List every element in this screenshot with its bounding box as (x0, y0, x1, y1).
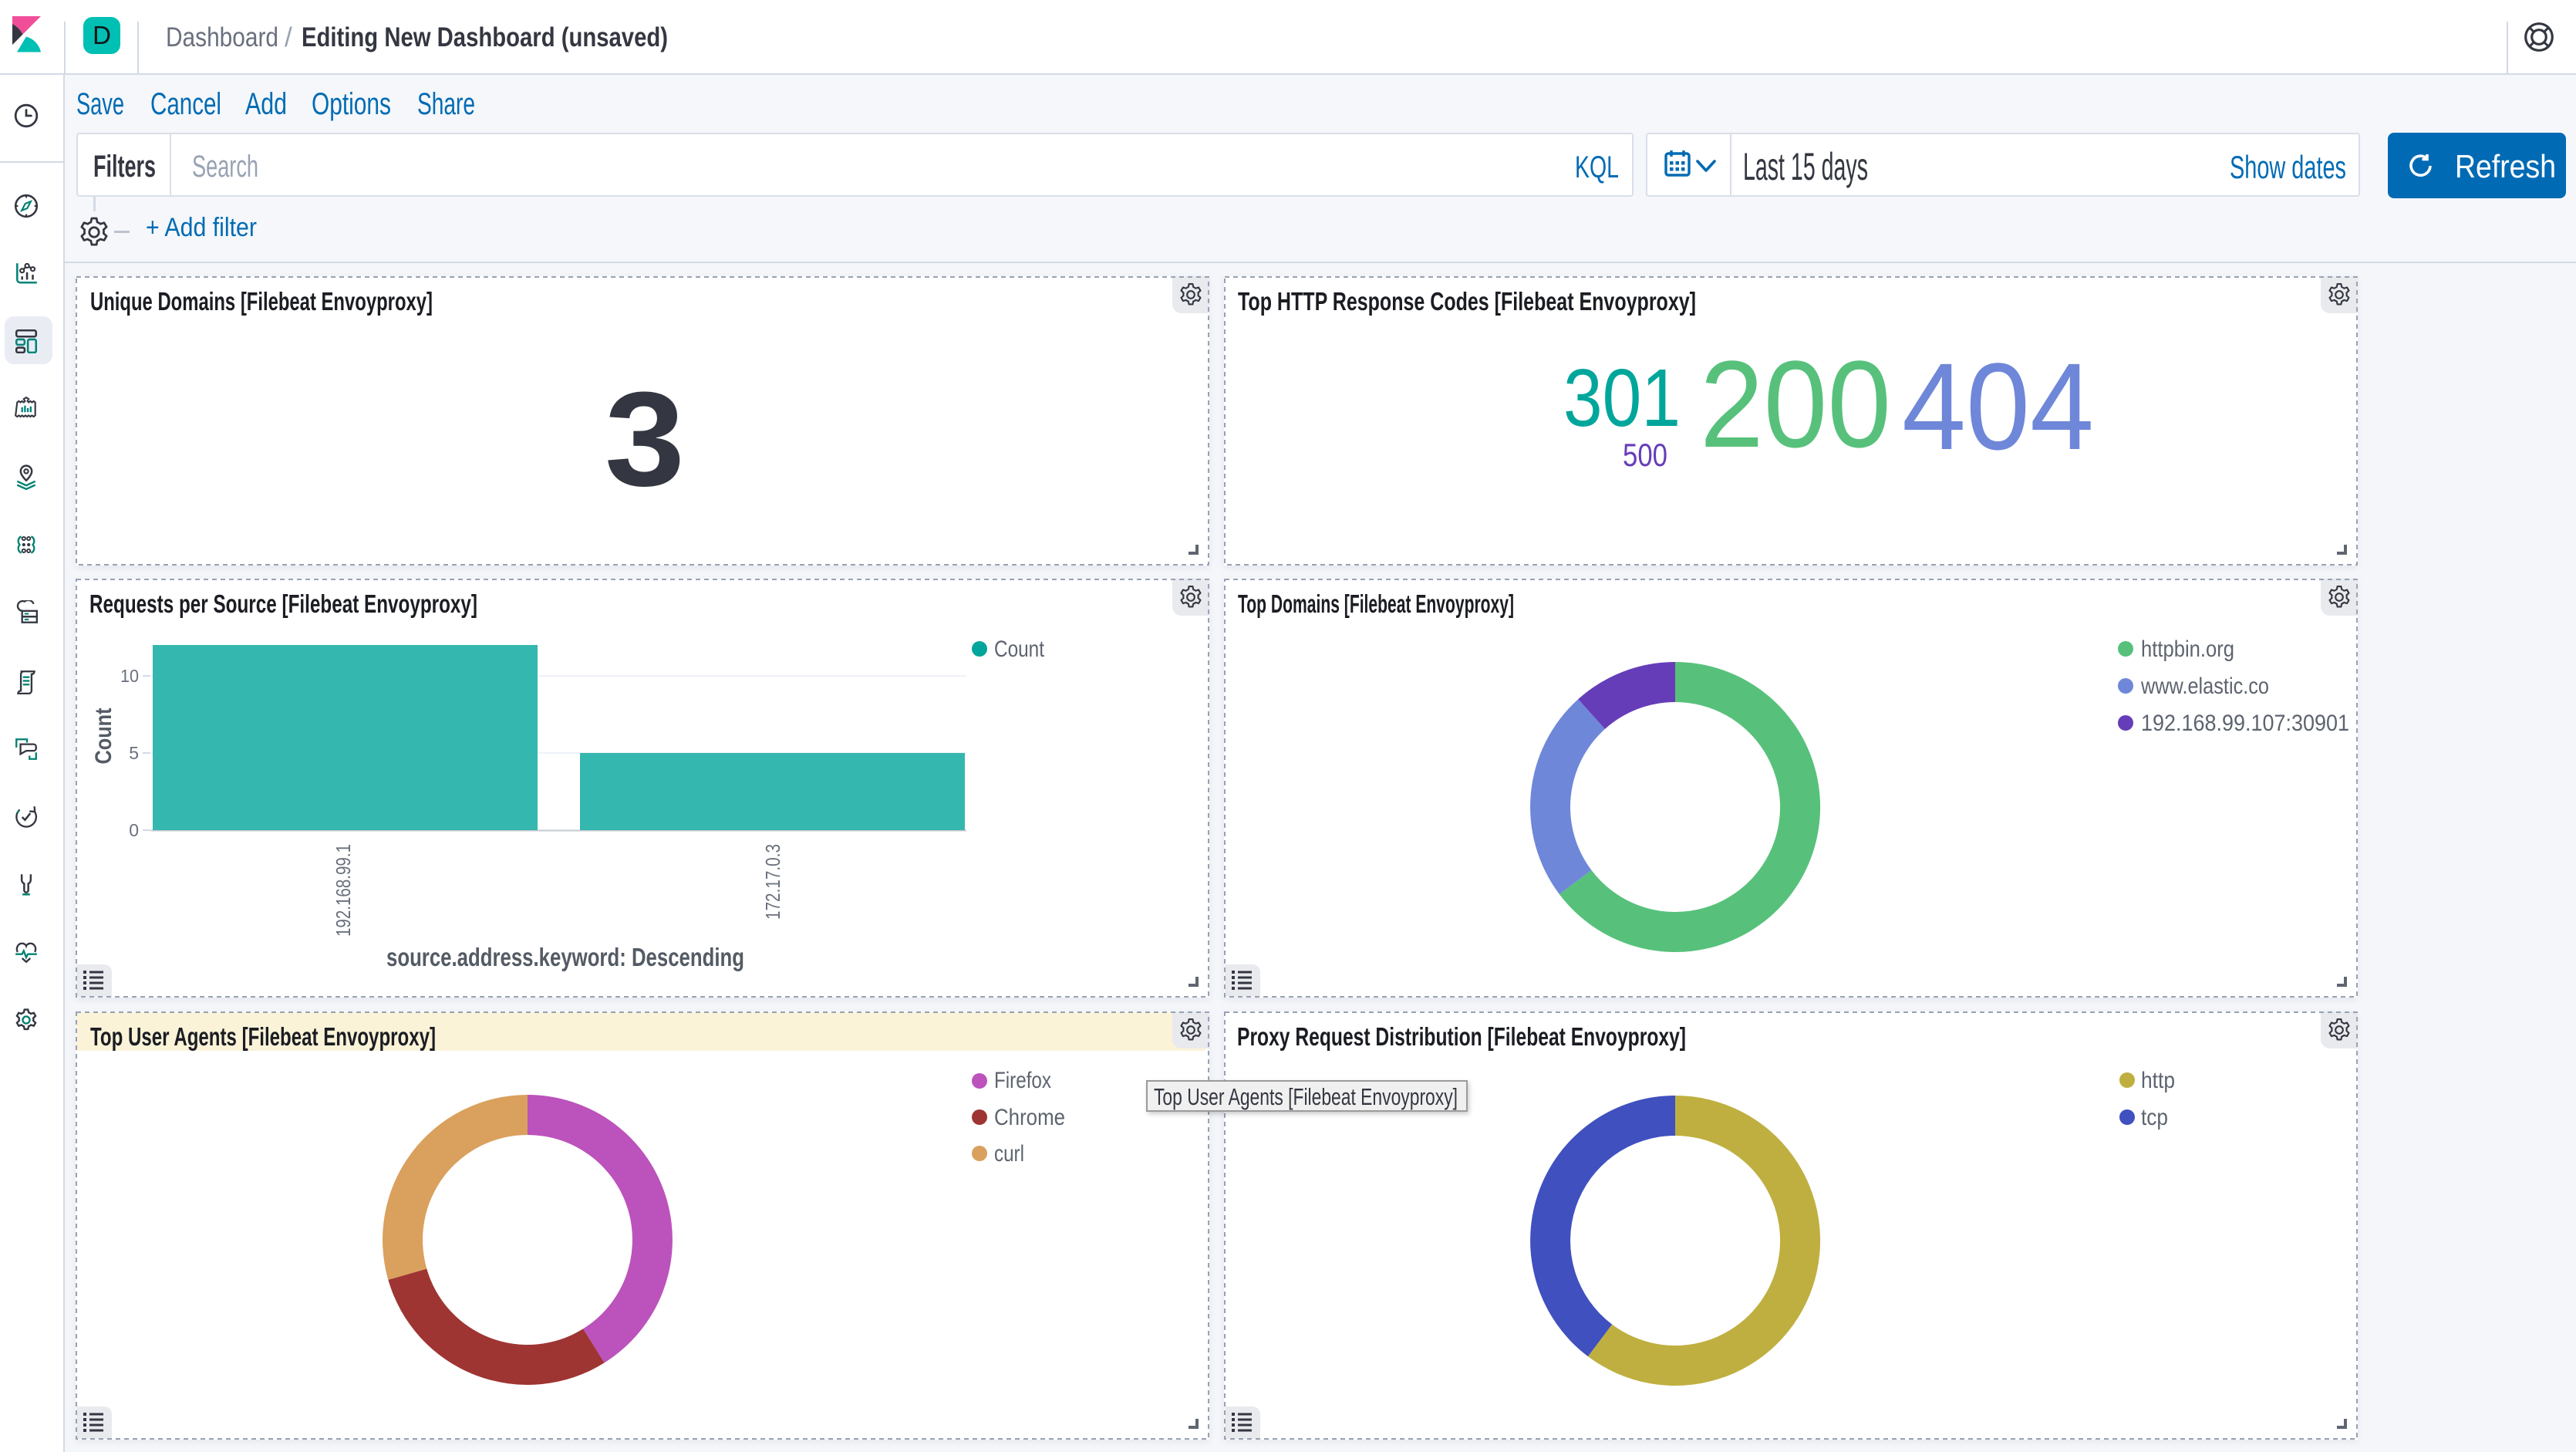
svg-text:192.168.99.1: 192.168.99.1 (332, 844, 355, 937)
svg-text:source.address.keyword: Descen: source.address.keyword: Descending (386, 943, 744, 971)
svg-text:Top HTTP Response Codes [Fileb: Top HTTP Response Codes [Filebeat Envoyp… (1238, 287, 1696, 316)
svg-text:Save: Save (76, 87, 124, 121)
svg-text:3: 3 (605, 363, 685, 514)
svg-text:Proxy Request Distribution [Fi: Proxy Request Distribution [Filebeat Env… (1237, 1022, 1686, 1051)
svg-text:httpbin.org: httpbin.org (2141, 637, 2234, 662)
svg-text:Count: Count (994, 637, 1045, 662)
svg-text:http: http (2141, 1068, 2175, 1093)
svg-text:Options: Options (312, 87, 391, 121)
svg-text:172.17.0.3: 172.17.0.3 (761, 844, 784, 920)
svg-text:Refresh: Refresh (2455, 148, 2556, 184)
svg-text:Requests per Source [Filebeat: Requests per Source [Filebeat Envoyproxy… (89, 589, 477, 618)
svg-text:Count: Count (91, 708, 116, 765)
svg-text:curl: curl (994, 1141, 1024, 1167)
svg-text:www.elastic.co: www.elastic.co (2140, 674, 2269, 699)
svg-text:0: 0 (129, 820, 139, 840)
svg-text:192.168.99.107:30901: 192.168.99.107:30901 (2141, 711, 2349, 736)
svg-text:/: / (285, 22, 292, 52)
svg-text:Dashboard: Dashboard (166, 22, 278, 52)
svg-text:Chrome: Chrome (994, 1105, 1065, 1130)
svg-text:5: 5 (129, 743, 139, 763)
svg-text:Editing New Dashboard (unsaved: Editing New Dashboard (unsaved) (302, 22, 668, 52)
svg-text:Last 15 days: Last 15 days (1743, 145, 1868, 188)
svg-text:200: 200 (1700, 335, 1891, 473)
svg-text:tcp: tcp (2141, 1105, 2168, 1130)
svg-text:+ Add filter: + Add filter (146, 213, 257, 242)
svg-text:301: 301 (1563, 353, 1681, 444)
svg-text:Top User Agents [Filebeat Envo: Top User Agents [Filebeat Envoyproxy] (90, 1022, 436, 1051)
svg-text:Firefox: Firefox (994, 1068, 1051, 1093)
svg-text:Add: Add (245, 87, 287, 121)
svg-text:500: 500 (1623, 437, 1667, 473)
svg-text:Search: Search (192, 150, 258, 184)
svg-text:Top User Agents [Filebeat Envo: Top User Agents [Filebeat Envoyproxy] (1154, 1083, 1458, 1110)
svg-text:404: 404 (1902, 337, 2094, 475)
svg-text:Share: Share (417, 87, 475, 121)
svg-text:Filters: Filters (93, 150, 156, 184)
svg-text:Top Domains [Filebeat Envoypro: Top Domains [Filebeat Envoyproxy] (1238, 589, 1514, 618)
svg-text:10: 10 (120, 666, 139, 686)
svg-text:Cancel: Cancel (150, 87, 221, 121)
svg-text:KQL: KQL (1575, 150, 1619, 184)
svg-text:Unique Domains [Filebeat Envoy: Unique Domains [Filebeat Envoyproxy] (90, 287, 433, 316)
svg-text:Show dates: Show dates (2230, 149, 2346, 185)
